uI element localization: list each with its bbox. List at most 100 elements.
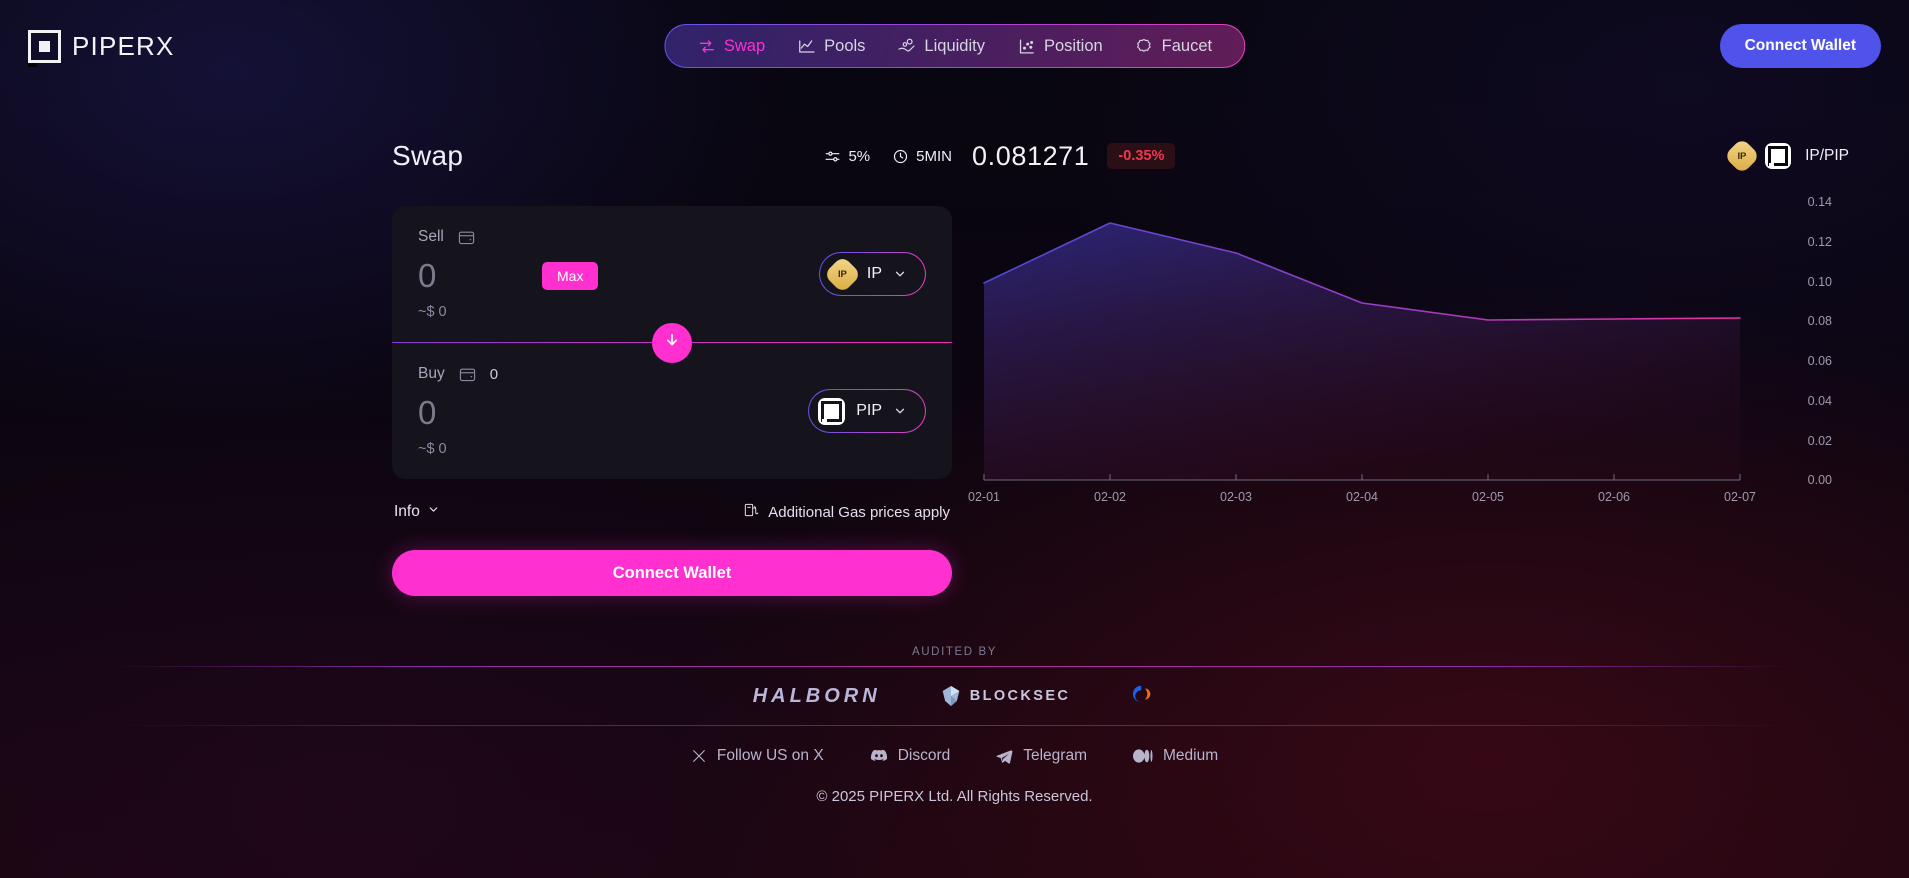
auditor-logos: HALBORN BLOCKSEC [0, 667, 1909, 725]
buy-token-selector[interactable]: PIP [808, 389, 926, 433]
y-tick-label: 0.08 [1807, 314, 1832, 328]
swap-arrows-icon [697, 37, 716, 56]
chevron-down-icon [893, 404, 907, 418]
brand-name: PIPERX [72, 30, 175, 61]
y-tick-label: 0.02 [1807, 434, 1832, 448]
swap-info-row: Info Additional Gas prices apply [392, 501, 952, 523]
nav-item-liquidity[interactable]: Liquidity [885, 31, 997, 62]
ip-token-icon: IP [1723, 137, 1761, 175]
nav-item-pools[interactable]: Pools [785, 31, 877, 62]
social-label-medium: Medium [1162, 747, 1219, 764]
blocksec-mark-icon [942, 686, 960, 706]
nav-label-position: Position [1043, 36, 1103, 55]
main-content: Swap 5% 5MIN Sell 0 Max ~$ 0 IP IP Buy 0… [0, 92, 1909, 596]
social-link-medium[interactable]: Medium [1132, 747, 1219, 765]
info-label: Info [394, 503, 420, 520]
x-tick-label: 02-01 [968, 490, 1000, 504]
blocksec-logo-text: BLOCKSEC [969, 688, 1071, 704]
blocksec-logo-icon[interactable]: BLOCKSEC [941, 685, 1071, 707]
social-links: Follow US on X Discord Telegram Medium [0, 726, 1909, 786]
wallet-icon [458, 230, 475, 245]
gas-notice-text: Additional Gas prices apply [768, 503, 950, 521]
copyright-text: © 2025 PIPERX Ltd. All Rights Reserved. [816, 788, 1093, 805]
swap-direction-arrow-icon [663, 331, 681, 354]
y-tick-label: 0.04 [1807, 394, 1832, 408]
deadline-setting-button[interactable]: 5MIN [892, 148, 952, 165]
clock-icon [892, 148, 909, 165]
x-tick-label: 02-04 [1346, 490, 1378, 504]
current-price: 0.081271 [972, 140, 1090, 171]
swap-panel-header: Swap 5% 5MIN [392, 134, 952, 178]
buy-section: Buy 0 ~$ 0 [392, 343, 952, 479]
ip-token-badge: IP [838, 268, 847, 280]
piperx-logo-icon [28, 29, 61, 67]
scatter-plot-icon [1017, 37, 1036, 56]
connect-wallet-button[interactable]: Connect Wallet [392, 550, 952, 596]
x-tick-label: 02-03 [1220, 490, 1252, 504]
sliders-icon [824, 148, 841, 165]
certik-logo-icon[interactable] [1130, 683, 1156, 710]
info-toggle[interactable]: Info [394, 503, 440, 521]
wallet-icon [459, 367, 476, 382]
nav-label-liquidity: Liquidity [924, 36, 985, 55]
x-twitter-icon [691, 748, 707, 764]
slippage-value: 5% [848, 147, 871, 165]
social-link-telegram[interactable]: Telegram [996, 747, 1087, 765]
audited-by-label: AUDITED BY [911, 646, 997, 658]
buy-balance: 0 [489, 365, 499, 383]
pip-token-icon [1765, 143, 1792, 169]
nav-item-swap[interactable]: Swap [685, 31, 777, 62]
header-connect-wallet-button[interactable]: Connect Wallet [1719, 24, 1881, 68]
telegram-icon [996, 749, 1013, 764]
gear-blob-icon [1135, 37, 1154, 56]
swap-settings-group: 5% 5MIN [824, 148, 952, 165]
social-label-x: Follow US on X [716, 747, 824, 764]
y-tick-label: 0.12 [1807, 235, 1832, 249]
top-navigation-bar: PIPERX Swap Pools Liquidity Position Fau… [0, 0, 1909, 92]
main-nav: Swap Pools Liquidity Position Faucet [664, 24, 1245, 68]
page-title: Swap [392, 140, 464, 171]
sell-usd-value: ~$ 0 [418, 304, 447, 320]
footer: AUDITED BY HALBORN BLOCKSEC Follow US on… [0, 646, 1909, 805]
x-tick-label: 02-06 [1598, 490, 1630, 504]
pair-selector[interactable]: IP IP/PIP [1723, 137, 1849, 175]
deadline-value: 5MIN [916, 147, 952, 165]
max-button[interactable]: Max [542, 262, 599, 290]
discord-icon [870, 749, 888, 763]
social-link-x[interactable]: Follow US on X [691, 747, 824, 765]
pip-token-icon [818, 397, 846, 425]
nav-label-pools: Pools [824, 36, 866, 55]
chevron-down-icon [893, 267, 907, 281]
sell-amount-input[interactable] [418, 257, 538, 295]
y-tick-label: 0.00 [1807, 473, 1832, 487]
gas-pump-icon [743, 502, 759, 522]
slippage-setting-button[interactable]: 5% [824, 148, 870, 165]
y-tick-label: 0.06 [1807, 354, 1832, 368]
swap-panel: Swap 5% 5MIN Sell 0 Max ~$ 0 IP IP Buy 0… [392, 134, 952, 596]
social-link-discord[interactable]: Discord [870, 747, 951, 765]
app-root: PIPERX Swap Pools Liquidity Position Fau… [0, 0, 1909, 878]
brand-logo[interactable]: PIPERX [28, 29, 175, 67]
chevron-down-icon [427, 503, 440, 521]
buy-amount-input[interactable] [418, 394, 538, 432]
swap-direction-button[interactable] [652, 322, 692, 363]
hand-coin-icon [897, 37, 916, 56]
nav-label-swap: Swap [723, 36, 766, 55]
price-chart-svg [983, 222, 1741, 481]
social-label-discord: Discord [897, 747, 951, 764]
nav-item-position[interactable]: Position [1005, 31, 1115, 62]
buy-header: Buy 0 [418, 363, 926, 385]
chart-header: 0.081271 -0.35% IP IP/PIP [972, 134, 1909, 178]
nav-item-faucet[interactable]: Faucet [1123, 31, 1224, 62]
sell-token-selector[interactable]: IP IP [819, 252, 926, 296]
sell-header: Sell [418, 226, 926, 248]
x-tick-label: 02-07 [1724, 490, 1756, 504]
sell-token-symbol: IP [866, 265, 882, 282]
social-label-telegram: Telegram [1023, 747, 1087, 764]
halborn-logo-icon[interactable]: HALBORN [753, 685, 881, 708]
x-tick-label: 02-02 [1094, 490, 1126, 504]
buy-usd-value: ~$ 0 [418, 441, 447, 457]
chart-area-fill [984, 223, 1740, 480]
price-chart[interactable]: 0.14 0.12 0.10 0.08 0.06 0.04 0.02 0.00 … [968, 190, 1832, 520]
medium-icon [1132, 749, 1153, 763]
